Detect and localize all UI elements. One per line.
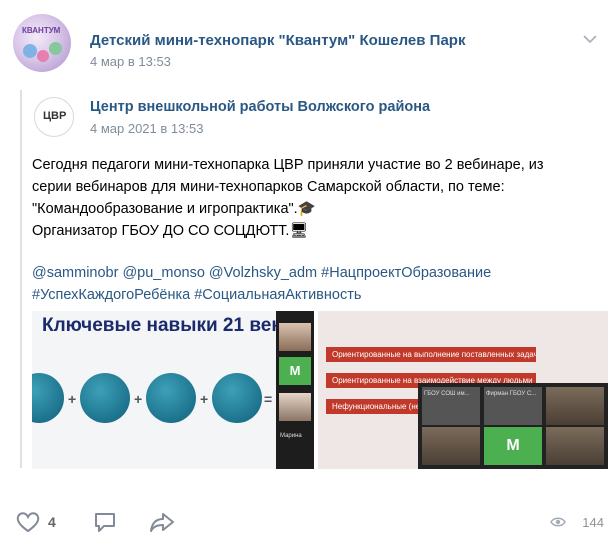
equals-icon: = — [264, 391, 273, 407]
post-text-line: Организатор ГБОУ ДО СО СОЦДЮТТ.🖥 — [32, 223, 308, 239]
repost-date-link[interactable]: 4 мар 2021 в 13:53 — [90, 121, 203, 136]
participant-tile: M — [279, 357, 311, 385]
plus-icon: + — [68, 391, 77, 407]
slide-row: Ориентированные на выполнение поставленн… — [326, 347, 536, 362]
repost-divider — [20, 90, 22, 468]
avatar-decoration — [37, 50, 49, 62]
photo-slide-skills[interactable]: Ключевые навыки 21 века + + + = M Марина — [32, 311, 314, 469]
participant-video — [546, 387, 604, 425]
views-count: 144 — [582, 515, 604, 530]
participant-tile: M — [484, 427, 542, 465]
hashtags-line[interactable]: #УспехКаждогоРебёнка #СоциальнаяАктивнос… — [32, 285, 361, 305]
post-card: КВАНТУМ Детский мини-технопарк "Квантум"… — [0, 0, 610, 536]
likes-count[interactable]: 4 — [48, 514, 56, 530]
attached-photos: Ключевые навыки 21 века + + + = M Марина… — [32, 311, 608, 469]
comment-icon[interactable] — [92, 510, 118, 534]
plus-icon: + — [200, 391, 209, 407]
chevron-down-icon[interactable] — [582, 34, 598, 44]
video-call-grid: ГБОУ СОШ им... Фирман ГБОУ С... M — [418, 383, 608, 469]
avatar-decoration — [49, 42, 62, 55]
photo-slide-webinar[interactable]: Ориентированные на выполнение поставленн… — [318, 311, 608, 469]
repost-avatar[interactable]: ЦВР — [34, 97, 74, 137]
eye-icon — [550, 517, 566, 527]
post-author-link[interactable]: Детский мини-технопарк "Квантум" Кошелев… — [90, 32, 465, 49]
participant-name: Марина — [280, 433, 302, 439]
participant-video — [422, 427, 480, 465]
video-call-sidebar: M Марина — [276, 311, 314, 469]
skill-circle — [32, 373, 64, 423]
share-icon[interactable] — [148, 510, 176, 534]
community-avatar[interactable]: КВАНТУМ — [13, 14, 71, 72]
hashtags-line[interactable]: @samminobr @pu_monso @Volzhsky_adm #Нацп… — [32, 263, 491, 283]
post-text-line: "Командообразование и игропрактика".🎓 — [32, 201, 316, 217]
participant-video — [279, 323, 311, 351]
post-text-line: Сегодня педагоги мини-технопарка ЦВР при… — [32, 157, 544, 173]
skill-circle — [212, 373, 262, 423]
participant-video — [279, 393, 311, 421]
post-date-link[interactable]: 4 мар в 13:53 — [90, 54, 171, 69]
repost-avatar-text: ЦВР — [43, 110, 67, 122]
heart-icon[interactable] — [14, 510, 42, 534]
plus-icon: + — [134, 391, 143, 407]
repost-author-link[interactable]: Центр внешкольной работы Волжского район… — [90, 99, 430, 115]
participant-video — [546, 427, 604, 465]
participant-name: ГБОУ СОШ им... — [424, 391, 470, 397]
avatar-logo-text: КВАНТУМ — [22, 26, 61, 35]
participant-name: Фирман ГБОУ С... — [486, 391, 537, 397]
skill-circle — [146, 373, 196, 423]
slide-title: Ключевые навыки 21 века — [42, 315, 292, 336]
post-text-line: серии вебинаров для мини-технопарков Сам… — [32, 179, 505, 195]
skill-circle — [80, 373, 130, 423]
avatar-decoration — [23, 44, 37, 58]
